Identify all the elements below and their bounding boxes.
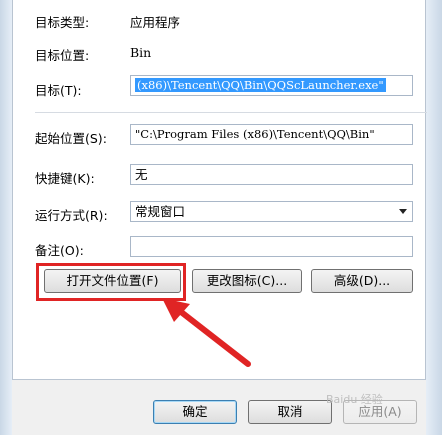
- arrow-annotation-icon: [162, 298, 251, 367]
- run-select-value: 常规窗口: [135, 204, 186, 219]
- start-in-field[interactable]: "C:\Program Files (x86)\Tencent\QQ\Bin": [130, 124, 413, 145]
- comment-field[interactable]: [130, 236, 413, 257]
- comment-label: 备注(O):: [35, 243, 84, 258]
- advanced-button[interactable]: 高级(D)...: [311, 269, 413, 293]
- target-type-label: 目标类型:: [35, 15, 90, 30]
- watermark: Baidu 经验: [326, 393, 383, 406]
- run-label: 运行方式(R):: [35, 208, 108, 223]
- target-type-value: 应用程序: [130, 15, 181, 30]
- window-frame-left: [0, 0, 12, 435]
- change-icon-button[interactable]: 更改图标(C)...: [192, 269, 302, 293]
- target-label: 目标(T):: [35, 83, 82, 98]
- target-location-label: 目标位置:: [35, 48, 90, 63]
- shortcut-key-field[interactable]: 无: [130, 164, 413, 185]
- section-divider: [35, 112, 427, 113]
- target-field[interactable]: (x86)\Tencent\QQ\Bin\QQScLauncher.exe": [130, 75, 413, 96]
- window-frame-right: [426, 0, 442, 435]
- shortcut-key-label: 快捷键(K):: [35, 171, 95, 186]
- dialog-footer: 确定 取消 应用(A): [12, 380, 426, 435]
- start-in-label: 起始位置(S):: [35, 131, 107, 146]
- target-location-value: Bin: [130, 45, 152, 60]
- ok-button[interactable]: 确定: [153, 400, 237, 424]
- cancel-button[interactable]: 取消: [248, 400, 332, 424]
- chevron-down-icon: [399, 209, 407, 214]
- target-field-text: (x86)\Tencent\QQ\Bin\QQScLauncher.exe": [135, 78, 386, 92]
- run-select[interactable]: 常规窗口: [130, 201, 413, 222]
